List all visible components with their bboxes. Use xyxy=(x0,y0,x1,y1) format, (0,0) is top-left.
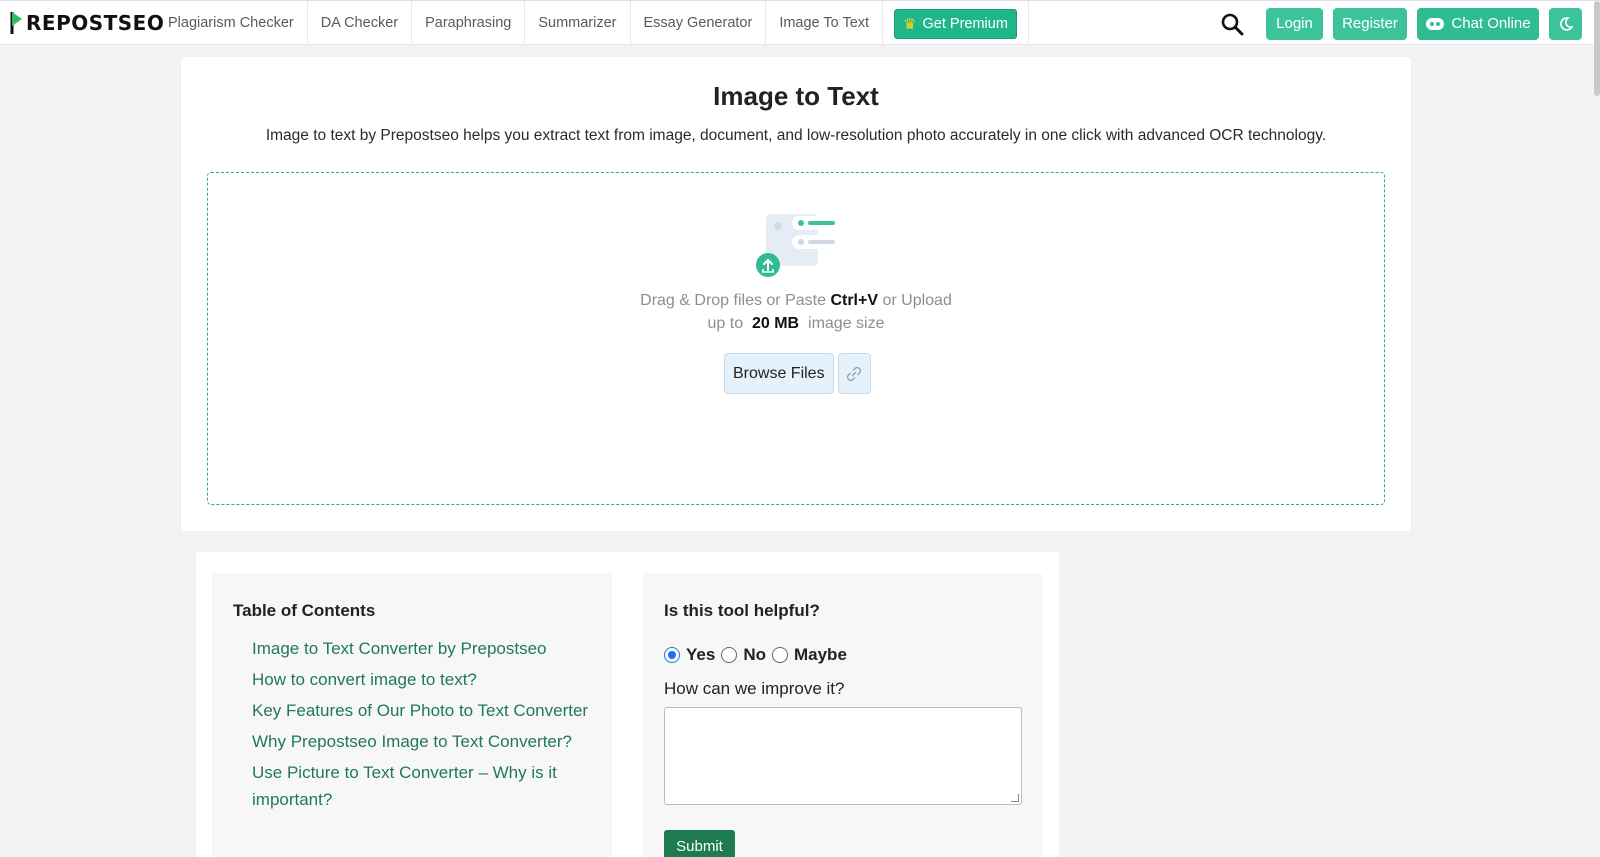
register-button[interactable]: Register xyxy=(1333,7,1407,40)
logo-text: REPOSTSEO xyxy=(26,11,165,35)
radio-maybe-label[interactable]: Maybe xyxy=(794,645,847,665)
moon-icon xyxy=(1559,16,1574,31)
nav-essay-generator[interactable]: Essay Generator xyxy=(631,1,767,46)
dark-mode-toggle[interactable] xyxy=(1549,7,1582,40)
resize-grip-icon[interactable] xyxy=(1011,794,1019,802)
file-dropzone[interactable]: Drag & Drop files or Paste Ctrl+V or Upl… xyxy=(207,172,1385,505)
nav-da-checker[interactable]: DA Checker xyxy=(308,1,413,46)
browse-files-button[interactable]: Browse Files xyxy=(724,353,834,394)
feedback-textarea[interactable] xyxy=(664,707,1022,805)
toc-item[interactable]: How to convert image to text? xyxy=(252,666,597,693)
tool-card: Image to Text Image to text by Prepostse… xyxy=(181,57,1411,531)
feedback-form: Is this tool helpful? Yes No Maybe How c… xyxy=(643,573,1043,857)
toc-item[interactable]: Image to Text Converter by Prepostseo xyxy=(252,635,597,662)
logo[interactable]: REPOSTSEO xyxy=(10,8,164,38)
radio-no-label[interactable]: No xyxy=(743,645,766,665)
paste-shortcut: Ctrl+V xyxy=(830,292,879,309)
radio-yes[interactable] xyxy=(664,647,680,663)
toc-title: Table of Contents xyxy=(233,601,376,620)
improve-question: How can we improve it? xyxy=(664,679,845,698)
feedback-options: Yes No Maybe xyxy=(664,645,853,665)
chat-online-label: Chat Online xyxy=(1451,15,1531,32)
size-value: 20 MB xyxy=(751,315,800,332)
nav-summarizer[interactable]: Summarizer xyxy=(525,1,631,46)
toc-item[interactable]: Why Prepostseo Image to Text Converter? xyxy=(252,728,597,755)
drop-text-pre: Drag & Drop files or Paste xyxy=(640,292,831,309)
link-icon xyxy=(846,366,862,381)
toc-item[interactable]: Use Picture to Text Converter – Why is i… xyxy=(252,759,597,813)
size-limit: up to 20 MB image size xyxy=(208,315,1384,333)
browse-row: Browse Files xyxy=(724,353,871,394)
logo-arrow-icon xyxy=(10,12,22,34)
size-pre: up to xyxy=(707,315,748,332)
radio-no[interactable] xyxy=(721,647,738,663)
chat-bot-icon xyxy=(1426,17,1445,30)
nav-plagiarism-checker[interactable]: Plagiarism Checker xyxy=(155,1,308,46)
submit-button[interactable]: Submit xyxy=(664,830,735,857)
nav-premium-wrap: ♛ Get Premium xyxy=(883,1,1029,46)
drop-text-post: or Upload xyxy=(878,292,952,309)
search-button[interactable] xyxy=(1218,10,1246,38)
nav-right: Login Register Chat Online xyxy=(1218,1,1600,46)
crown-icon: ♛ xyxy=(903,15,917,33)
get-premium-label: Get Premium xyxy=(922,15,1008,32)
nav-image-to-text[interactable]: Image To Text xyxy=(766,1,884,46)
chat-online-button[interactable]: Chat Online xyxy=(1417,7,1539,40)
drop-instructions: Drag & Drop files or Paste Ctrl+V or Upl… xyxy=(208,292,1384,310)
table-of-contents: Table of Contents Image to Text Converte… xyxy=(212,573,612,857)
url-upload-button[interactable] xyxy=(837,353,871,394)
search-icon xyxy=(1221,13,1244,35)
toc-list: Image to Text Converter by Prepostseo Ho… xyxy=(252,635,597,817)
size-post: image size xyxy=(803,315,885,332)
page-scrollbar[interactable] xyxy=(1594,1,1600,96)
nav-links: Plagiarism Checker DA Checker Paraphrasi… xyxy=(155,1,1029,46)
feedback-title: Is this tool helpful? xyxy=(664,601,820,620)
login-button[interactable]: Login xyxy=(1266,7,1323,40)
nav-paraphrasing[interactable]: Paraphrasing xyxy=(412,1,526,46)
page-title: Image to Text xyxy=(713,81,879,111)
radio-maybe[interactable] xyxy=(771,647,788,663)
page-description: Image to text by Prepostseo helps you ex… xyxy=(265,127,1327,144)
toc-item[interactable]: Key Features of Our Photo to Text Conver… xyxy=(252,697,597,724)
top-navbar: REPOSTSEO Plagiarism Checker DA Checker … xyxy=(0,0,1600,96)
upload-illustration-icon xyxy=(756,214,840,277)
info-card: Table of Contents Image to Text Converte… xyxy=(196,552,1059,857)
get-premium-button[interactable]: ♛ Get Premium xyxy=(894,8,1017,39)
radio-yes-label[interactable]: Yes xyxy=(686,645,715,665)
